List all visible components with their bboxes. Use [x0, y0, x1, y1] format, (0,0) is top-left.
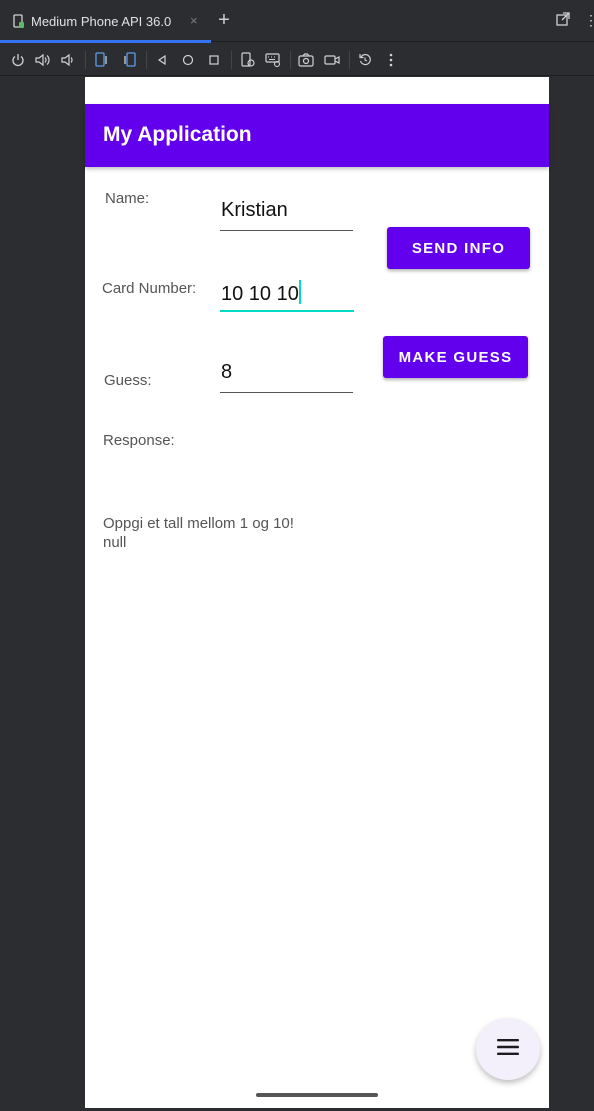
app-bar: My Application	[85, 104, 549, 167]
text-cursor	[298, 280, 301, 304]
device-screen: My Application Name: Kristian SEND INFO …	[85, 77, 549, 1108]
toolbar-divider	[290, 51, 291, 69]
keyboard-icon[interactable]	[264, 51, 282, 69]
back-icon[interactable]	[153, 51, 171, 69]
reset-icon[interactable]	[356, 51, 374, 69]
tab-medium-phone[interactable]: Medium Phone API 36.0 ×	[0, 0, 211, 43]
external-window-icon[interactable]	[556, 12, 572, 28]
card-number-field[interactable]: 10 10 10	[220, 276, 354, 312]
toolbar-divider	[231, 51, 232, 69]
screenshot-icon[interactable]	[297, 51, 315, 69]
name-field[interactable]: Kristian	[220, 195, 353, 231]
send-info-button[interactable]: SEND INFO	[387, 227, 530, 269]
status-bar	[85, 77, 549, 104]
record-icon[interactable]	[323, 51, 341, 69]
more-icon[interactable]	[382, 51, 400, 69]
gesture-nav-handle[interactable]	[256, 1093, 378, 1097]
guess-field[interactable]: 8	[220, 357, 353, 393]
toolbar-divider	[349, 51, 350, 69]
response-line-1: Oppgi et tall mellom 1 og 10!	[103, 515, 294, 532]
menu-icon	[497, 1038, 519, 1060]
make-guess-button[interactable]: MAKE GUESS	[383, 336, 528, 378]
emulator-toolbar	[0, 44, 594, 76]
response-line-2: null	[103, 534, 127, 551]
name-field-value: Kristian	[221, 199, 288, 221]
rotate-left-icon[interactable]	[93, 51, 111, 69]
add-tab-button[interactable]: +	[214, 9, 234, 31]
rotate-right-icon[interactable]	[120, 51, 138, 69]
overview-icon[interactable]	[205, 51, 223, 69]
active-tab-indicator	[0, 40, 211, 43]
snapshot-icon[interactable]	[239, 51, 257, 69]
response-text: Oppgi et tall mellom 1 og 10! null	[103, 514, 294, 552]
name-label: Name:	[105, 190, 150, 207]
response-label: Response:	[103, 432, 175, 449]
app-title: My Application	[103, 123, 252, 146]
volume-up-icon[interactable]	[34, 51, 52, 69]
volume-down-icon[interactable]	[59, 51, 77, 69]
power-icon[interactable]	[9, 51, 27, 69]
tab-label: Medium Phone API 36.0	[31, 13, 172, 29]
ide-tab-bar: Medium Phone API 36.0 × + ⋮	[0, 0, 594, 43]
card-number-field-value: 10 10 10	[221, 280, 301, 306]
guess-label: Guess:	[104, 372, 152, 389]
device-icon	[12, 13, 26, 29]
more-options-icon[interactable]: ⋮	[584, 11, 594, 29]
toolbar-divider	[85, 51, 86, 69]
menu-fab-button[interactable]	[476, 1018, 540, 1080]
guess-field-value: 8	[221, 361, 233, 383]
toolbar-divider	[146, 51, 147, 69]
close-icon[interactable]: ×	[190, 13, 198, 28]
card-number-label: Card Number:	[102, 280, 197, 297]
home-icon[interactable]	[179, 51, 197, 69]
